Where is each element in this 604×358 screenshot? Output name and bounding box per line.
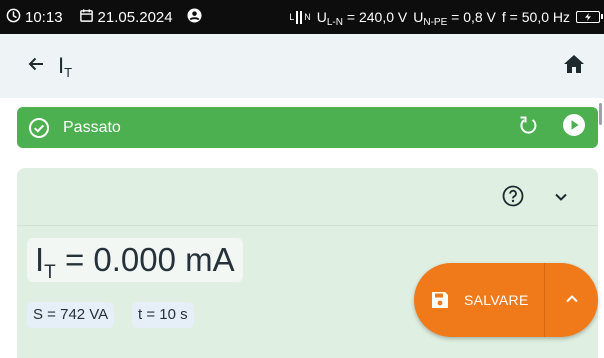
phase-letter: L (289, 12, 295, 22)
clock: 10:13 (6, 8, 63, 27)
arrow-back-icon (26, 54, 46, 79)
play-circle-icon (562, 113, 586, 142)
save-fab: SALVARE (414, 263, 598, 337)
save-icon (430, 290, 450, 310)
frequency-reading: f = 50,0 Hz (501, 9, 570, 25)
save-label: SALVARE (464, 292, 529, 308)
app-bar: IT (0, 34, 604, 99)
status-bar: 10:13 21.05.2024 L N UL-N = 240,0 V UN-P… (0, 0, 604, 34)
help-button[interactable] (499, 184, 527, 212)
voltage-readout: L N UL-N = 240,0 V UN-PE = 0,8 V f = 50,… (289, 0, 603, 34)
date: 21.05.2024 (79, 8, 173, 27)
neutral-letter: N (304, 12, 311, 22)
account-icon (187, 7, 202, 27)
back-button[interactable] (16, 46, 56, 86)
page-title: IT (58, 53, 73, 80)
unpe-reading: UN-PE = 0,8 V (413, 9, 496, 28)
home-icon (563, 54, 585, 79)
parameter-chip-power: S = 742 VA (27, 302, 115, 328)
time-text: 10:13 (25, 8, 63, 26)
divider (17, 225, 598, 226)
home-button[interactable] (554, 46, 594, 86)
scrollbar[interactable] (599, 103, 602, 125)
result-status-label: Passato (63, 118, 121, 136)
phase-indicator: L N (289, 10, 311, 24)
check-circle-icon (27, 116, 51, 140)
chevron-down-icon (554, 189, 568, 207)
clock-icon (6, 8, 21, 27)
save-button[interactable]: SALVARE (414, 263, 544, 337)
restart-icon (517, 114, 539, 141)
calendar-icon (79, 8, 94, 27)
result-banner: Passato (17, 107, 598, 148)
chevron-up-icon (565, 291, 579, 309)
restart-button[interactable] (514, 114, 542, 142)
uln-reading: UL-N = 240,0 V (316, 9, 408, 28)
parameter-chip-time: t = 10 s (132, 302, 194, 328)
date-text: 21.05.2024 (97, 8, 173, 26)
expand-button[interactable] (547, 184, 575, 212)
play-button[interactable] (560, 114, 588, 142)
battery-charging-icon (576, 11, 603, 23)
main-result: IT = 0.000 mA (27, 238, 243, 283)
help-circle-icon (502, 185, 524, 212)
